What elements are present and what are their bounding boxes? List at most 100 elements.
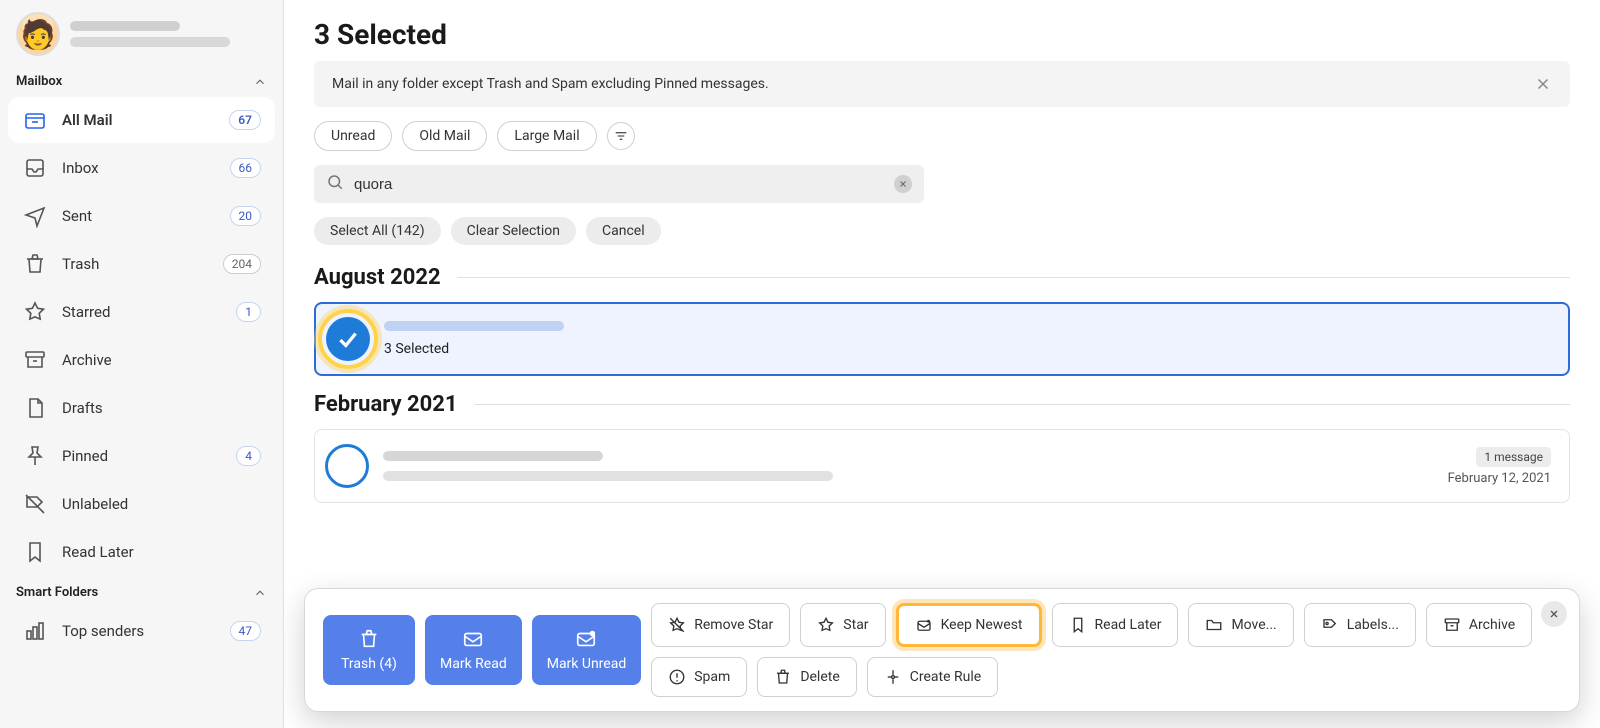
bookmark-icon [22, 539, 48, 565]
search-bar[interactable] [314, 165, 924, 203]
button-label: Labels... [1347, 617, 1399, 633]
clear-search-icon[interactable] [894, 175, 912, 193]
all-mail-icon [22, 107, 48, 133]
count-badge: 20 [230, 206, 262, 226]
chevron-up-icon [253, 586, 267, 600]
profile-text [70, 21, 267, 47]
info-bar: Mail in any folder except Trash and Spam… [314, 61, 1570, 107]
chip-large-mail[interactable]: Large Mail [497, 121, 596, 151]
star-icon [22, 299, 48, 325]
chip-unread[interactable]: Unread [314, 121, 392, 151]
star-button[interactable]: Star [800, 603, 885, 647]
info-message: Mail in any folder except Trash and Spam… [332, 76, 769, 92]
sidebar-item-label: Unlabeled [62, 495, 261, 513]
group-title: August 2022 [314, 265, 441, 290]
button-label: Star [843, 617, 868, 633]
create-rule-button[interactable]: Create Rule [867, 657, 998, 697]
close-actionbar-icon[interactable] [1541, 601, 1567, 627]
group-header: February 2021 [314, 392, 1570, 417]
close-icon[interactable] [1534, 75, 1552, 93]
group-title: February 2021 [314, 392, 458, 417]
sidebar-item-sent[interactable]: Sent 20 [8, 193, 275, 239]
sidebar-item-inbox[interactable]: Inbox 66 [8, 145, 275, 191]
count-badge: 66 [230, 158, 262, 178]
sidebar-item-archive[interactable]: Archive [8, 337, 275, 383]
sidebar-item-pinned[interactable]: Pinned 4 [8, 433, 275, 479]
remove-star-button[interactable]: Remove Star [651, 603, 790, 647]
count-badge: 204 [223, 254, 261, 274]
cancel-selection-button[interactable]: Cancel [586, 217, 661, 245]
sidebar-item-read-later[interactable]: Read Later [8, 529, 275, 575]
button-label: Move... [1231, 617, 1276, 633]
labels-button[interactable]: Labels... [1304, 603, 1416, 647]
sidebar-item-starred[interactable]: Starred 1 [8, 289, 275, 335]
chip-old-mail[interactable]: Old Mail [402, 121, 487, 151]
button-label: Remove Star [694, 617, 773, 633]
message-count-badge: 1 message [1476, 447, 1551, 467]
sidebar-item-top-senders[interactable]: Top senders 47 [8, 608, 275, 654]
button-label: Create Rule [910, 669, 981, 685]
sidebar-item-all-mail[interactable]: All Mail 67 [8, 97, 275, 143]
sidebar-item-label: Sent [62, 207, 216, 225]
button-label: Delete [800, 669, 839, 685]
button-label: Read Later [1095, 617, 1162, 633]
sidebar-item-label: Trash [62, 255, 209, 273]
sent-icon [22, 203, 48, 229]
count-badge: 4 [236, 446, 261, 466]
mail-date: February 12, 2021 [1448, 471, 1551, 486]
mailbox-section-header[interactable]: Mailbox [0, 66, 283, 95]
mail-card[interactable]: 1 message February 12, 2021 [314, 429, 1570, 503]
mailbox-label: Mailbox [16, 74, 62, 89]
read-later-button[interactable]: Read Later [1052, 603, 1179, 647]
button-label: Mark Unread [547, 656, 627, 672]
sidebar-item-label: Inbox [62, 159, 216, 177]
mail-card-selected[interactable]: 3 Selected [314, 302, 1570, 376]
mail-meta: 1 message February 12, 2021 [1448, 447, 1551, 486]
chevron-up-icon [253, 75, 267, 89]
selection-checkbox[interactable] [325, 444, 369, 488]
sidebar-item-label: Starred [62, 303, 222, 321]
sidebar-item-label: All Mail [62, 111, 215, 129]
selection-controls: Select All (142) Clear Selection Cancel [314, 217, 1570, 245]
archive-button[interactable]: Archive [1426, 603, 1532, 647]
main: 3 Selected Mail in any folder except Tra… [284, 0, 1600, 728]
pin-icon [22, 443, 48, 469]
selection-checkbox-checked[interactable] [318, 309, 378, 369]
archive-icon [22, 347, 48, 373]
trash-button[interactable]: Trash (4) [323, 615, 415, 685]
count-badge: 1 [236, 302, 261, 322]
profile-header[interactable] [0, 0, 283, 66]
sidebar-item-unlabeled[interactable]: Unlabeled [8, 481, 275, 527]
search-icon [326, 173, 344, 195]
button-label: Trash (4) [341, 656, 397, 672]
sidebar-item-label: Top senders [62, 622, 216, 640]
mark-unread-button[interactable]: Mark Unread [532, 615, 642, 685]
mark-read-button[interactable]: Mark Read [425, 615, 522, 685]
avatar[interactable] [16, 12, 60, 56]
button-label: Spam [694, 669, 730, 685]
delete-button[interactable]: Delete [757, 657, 856, 697]
sidebar: Mailbox All Mail 67 Inbox 66 Sent 20 Tra… [0, 0, 284, 728]
button-label: Archive [1469, 617, 1515, 633]
sidebar-item-trash[interactable]: Trash 204 [8, 241, 275, 287]
smart-folders-section-header[interactable]: Smart Folders [0, 577, 283, 606]
sidebar-item-drafts[interactable]: Drafts [8, 385, 275, 431]
trash-icon [22, 251, 48, 277]
action-bar: Trash (4) Mark Read Mark Unread Remove S… [304, 588, 1580, 712]
select-all-button[interactable]: Select All (142) [314, 217, 441, 245]
top-senders-icon [22, 618, 48, 644]
sidebar-item-label: Archive [62, 351, 261, 369]
filter-settings-icon[interactable] [607, 122, 635, 150]
clear-selection-button[interactable]: Clear Selection [451, 217, 576, 245]
button-label: Mark Read [440, 656, 507, 672]
button-label: Keep Newest [941, 617, 1023, 633]
move-button[interactable]: Move... [1188, 603, 1293, 647]
spam-button[interactable]: Spam [651, 657, 747, 697]
group-header: August 2022 [314, 265, 1570, 290]
search-input[interactable] [354, 176, 884, 193]
keep-newest-button[interactable]: Keep Newest [896, 603, 1042, 647]
sidebar-item-label: Read Later [62, 543, 261, 561]
sidebar-item-label: Drafts [62, 399, 261, 417]
drafts-icon [22, 395, 48, 421]
smart-folders-label: Smart Folders [16, 585, 98, 600]
